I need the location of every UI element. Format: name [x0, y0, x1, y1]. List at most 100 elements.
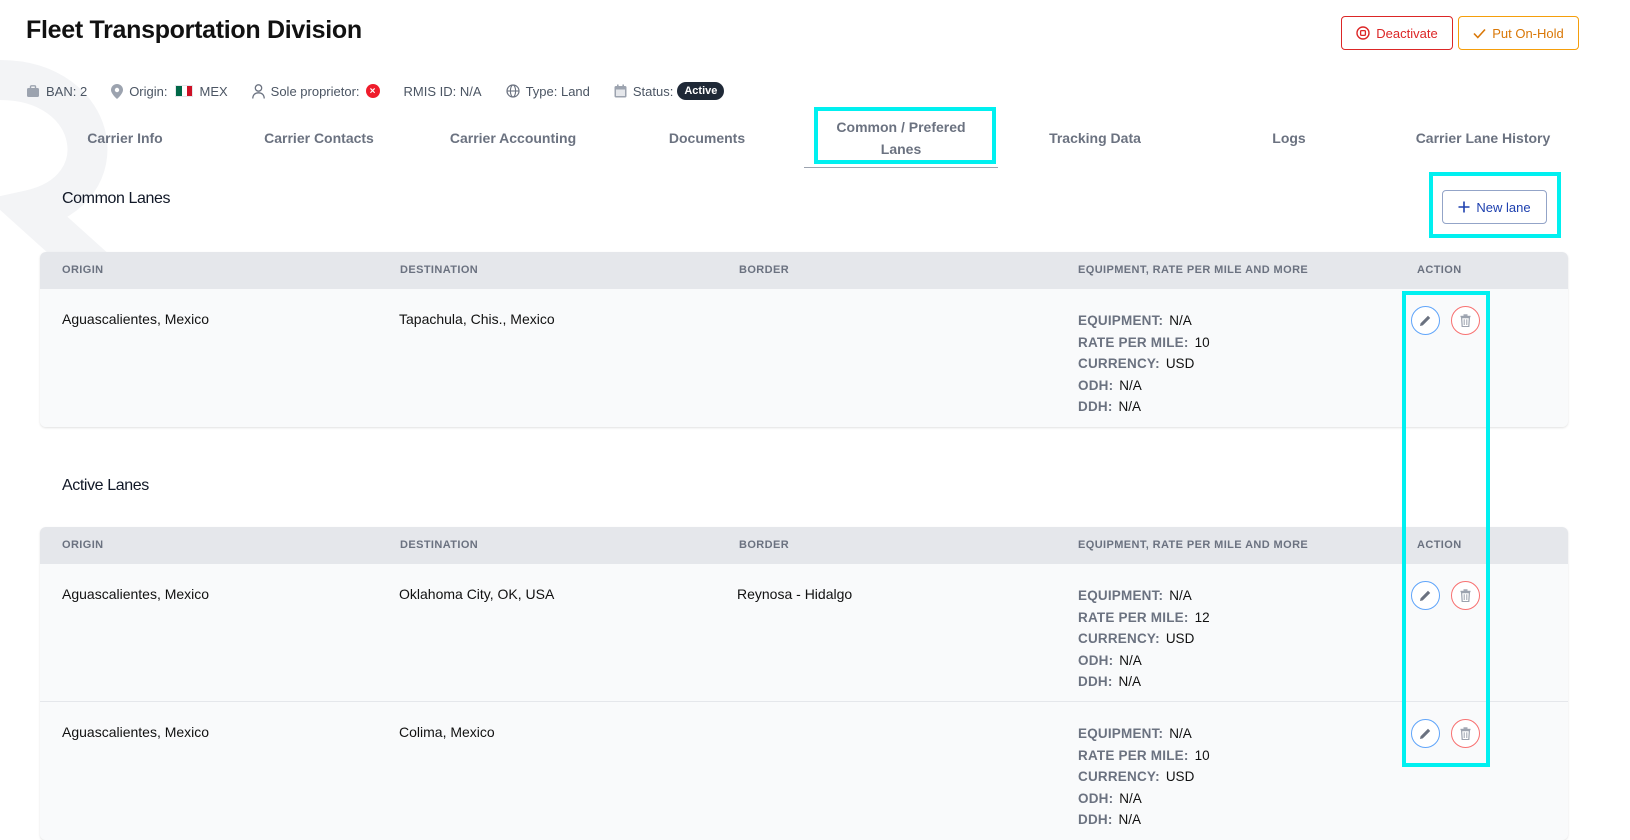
table-row: Aguascalientes, Mexico Oklahoma City, OK…: [40, 564, 1568, 702]
equipment-value: N/A: [1169, 588, 1192, 603]
page-title: Fleet Transportation Division: [26, 16, 362, 44]
equipment-label: EQUIPMENT:: [1078, 588, 1164, 603]
column-destination: DESTINATION: [400, 539, 479, 551]
lane-details: EQUIPMENT: N/A RATE PER MILE: 10 CURRENCY:…: [1078, 723, 1210, 831]
pencil-icon: [1420, 315, 1431, 326]
edit-lane-button[interactable]: [1411, 719, 1440, 748]
carrier-tabs: Carrier Info Carrier Contacts Carrier Ac…: [28, 108, 1576, 168]
currency-label: CURRENCY:: [1078, 769, 1160, 785]
rmis-text: RMIS ID: N/A: [403, 83, 482, 99]
equipment-label: EQUIPMENT:: [1078, 726, 1164, 741]
tab-documents[interactable]: Documents: [610, 108, 804, 168]
rate-value: 12: [1194, 609, 1210, 625]
briefcase-icon: [27, 84, 39, 97]
tab-tracking-data[interactable]: Tracking Data: [998, 108, 1192, 168]
tab-carrier-lane-history[interactable]: Carrier Lane History: [1386, 108, 1580, 168]
table-header: ORIGIN DESTINATION BORDER EQUIPMENT, RAT…: [40, 252, 1568, 289]
currency-value: USD: [1165, 769, 1195, 785]
destination-cell: Tapachula, Chis., Mexico: [399, 311, 555, 327]
status-label: Status:: [632, 83, 674, 99]
put-on-hold-button[interactable]: Put On-Hold: [1458, 16, 1579, 50]
odh-label: ODH:: [1078, 377, 1114, 393]
tab-common-prefered-lanes[interactable]: Common / Prefered Lanes: [804, 108, 998, 168]
destination-cell: Colima, Mexico: [399, 724, 495, 740]
tab-logs[interactable]: Logs: [1192, 108, 1386, 168]
pencil-icon: [1420, 590, 1431, 601]
rate-label: RATE PER MILE:: [1078, 334, 1189, 350]
new-lane-label: New lane: [1476, 199, 1531, 215]
deactivate-button[interactable]: Deactivate: [1341, 16, 1453, 50]
ddh-value: N/A: [1118, 674, 1142, 690]
column-action: ACTION: [1417, 539, 1462, 551]
location-pin-icon: [111, 83, 124, 99]
active-lanes-title: Active Lanes: [62, 477, 149, 494]
deactivate-label: Deactivate: [1376, 25, 1438, 41]
pencil-icon: [1420, 728, 1431, 739]
sole-proprietor-label: Sole proprietor:: [270, 83, 360, 99]
ddh-label: DDH:: [1078, 674, 1113, 690]
column-origin: ORIGIN: [62, 539, 104, 551]
stop-circle-icon: [1356, 26, 1370, 40]
column-origin: ORIGIN: [62, 264, 104, 276]
check-icon: [1473, 28, 1486, 39]
plus-icon: [1458, 201, 1470, 213]
rate-label: RATE PER MILE:: [1078, 747, 1189, 763]
column-details: EQUIPMENT, RATE PER MILE AND MORE: [1078, 264, 1309, 276]
currency-label: CURRENCY:: [1078, 631, 1160, 647]
column-action: ACTION: [1417, 264, 1462, 276]
column-details: EQUIPMENT, RATE PER MILE AND MORE: [1078, 539, 1309, 551]
lane-details: EQUIPMENT: N/A RATE PER MILE: 10 CURRENCY:…: [1078, 310, 1210, 418]
delete-lane-button[interactable]: [1451, 306, 1480, 335]
tab-carrier-info[interactable]: Carrier Info: [28, 108, 222, 168]
common-lanes-title: Common Lanes: [62, 190, 171, 207]
odh-label: ODH:: [1078, 790, 1114, 806]
lane-details: EQUIPMENT: N/A RATE PER MILE: 12 CURRENCY:…: [1078, 585, 1210, 693]
new-lane-button[interactable]: New lane: [1442, 190, 1547, 224]
ddh-label: DDH:: [1078, 399, 1113, 415]
currency-label: CURRENCY:: [1078, 356, 1160, 372]
active-lanes-table: ORIGIN DESTINATION BORDER EQUIPMENT, RAT…: [40, 527, 1568, 840]
ban-info: BAN: 2: [26, 84, 87, 99]
delete-lane-button[interactable]: [1451, 719, 1480, 748]
delete-lane-button[interactable]: [1451, 581, 1480, 610]
mexico-flag-icon: [175, 85, 194, 97]
odh-value: N/A: [1119, 790, 1142, 806]
trash-icon: [1460, 314, 1471, 327]
odh-label: ODH:: [1078, 652, 1114, 668]
rate-value: 10: [1194, 747, 1210, 763]
trash-icon: [1460, 589, 1471, 602]
tab-carrier-accounting[interactable]: Carrier Accounting: [416, 108, 610, 168]
table-header: ORIGIN DESTINATION BORDER EQUIPMENT, RAT…: [40, 527, 1568, 564]
currency-value: USD: [1165, 631, 1195, 647]
type-info: Type: Land: [505, 83, 590, 99]
equipment-label: EQUIPMENT:: [1078, 313, 1164, 328]
status-badge: Active: [677, 82, 725, 100]
origin-info: Origin: MEX: [111, 83, 228, 99]
tab-carrier-contacts[interactable]: Carrier Contacts: [222, 108, 416, 168]
equipment-value: N/A: [1169, 726, 1192, 741]
common-lanes-table: ORIGIN DESTINATION BORDER EQUIPMENT, RAT…: [40, 252, 1568, 427]
origin-label: Origin:: [129, 83, 168, 99]
origin-cell: Aguascalientes, Mexico: [62, 311, 210, 327]
destination-cell: Oklahoma City, OK, USA: [399, 586, 555, 602]
edit-lane-button[interactable]: [1411, 581, 1440, 610]
odh-value: N/A: [1119, 652, 1142, 668]
ddh-value: N/A: [1118, 399, 1142, 415]
user-icon: [251, 83, 265, 99]
put-on-hold-label: Put On-Hold: [1492, 25, 1564, 41]
status-info: Status: Active: [614, 82, 725, 100]
column-border: BORDER: [739, 539, 790, 551]
rmis-info: RMIS ID: N/A: [404, 84, 482, 99]
table-row: Aguascalientes, Mexico Colima, Mexico EQ…: [40, 702, 1568, 840]
ban-text: BAN: 2: [46, 83, 88, 99]
currency-value: USD: [1165, 356, 1195, 372]
rate-value: 10: [1194, 334, 1210, 350]
equipment-value: N/A: [1169, 313, 1192, 328]
edit-lane-button[interactable]: [1411, 306, 1440, 335]
close-circle-icon: ×: [365, 84, 380, 98]
column-destination: DESTINATION: [400, 264, 479, 276]
ddh-value: N/A: [1118, 812, 1142, 828]
origin-cell: Aguascalientes, Mexico: [62, 724, 210, 740]
type-text: Type: Land: [525, 83, 590, 99]
calendar-icon: [614, 84, 627, 98]
